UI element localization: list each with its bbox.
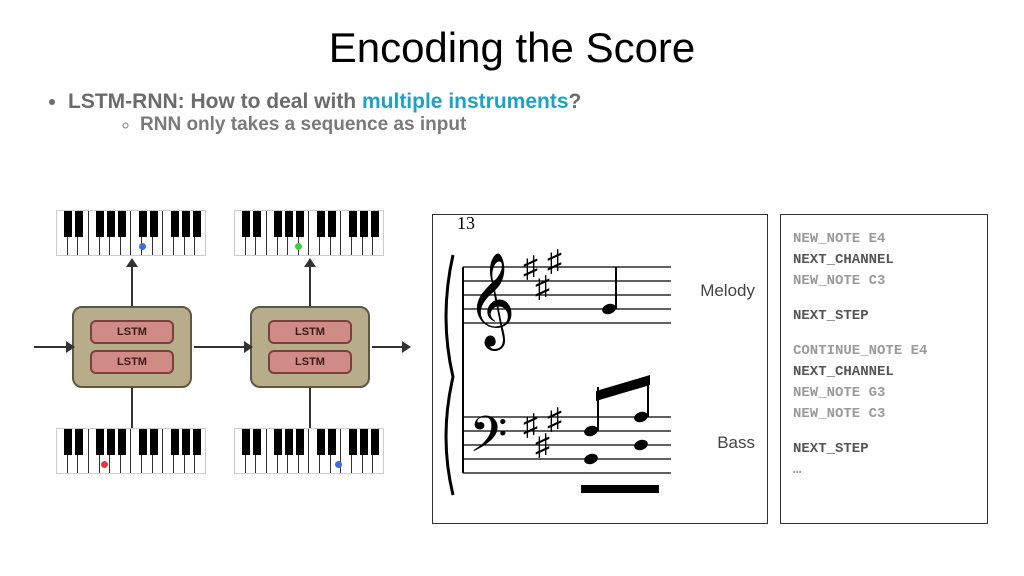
code-line: NEXT_CHANNEL	[793, 362, 975, 383]
sub-bullet-sequence: RNN only takes a sequence as input	[140, 114, 984, 136]
code-line: NEXT_STEP	[793, 439, 975, 460]
code-line: …	[793, 460, 975, 481]
code-line: NEW_NOTE C3	[793, 271, 975, 292]
score-panel: 13 𝄞 𝄢	[432, 214, 768, 524]
lstm-block-right: LSTM LSTM	[250, 306, 370, 388]
lstm-diagram: LSTM LSTM LSTM LSTM	[34, 210, 404, 540]
code-line: NEW_NOTE E4	[793, 229, 975, 250]
note-dot-green	[295, 243, 302, 250]
lstm-cell: LSTM	[268, 350, 352, 374]
note-dot-red	[101, 461, 108, 468]
code-line: NEXT_CHANNEL	[793, 250, 975, 271]
melody-label: Melody	[700, 281, 755, 301]
svg-text:♯: ♯	[547, 245, 562, 278]
bass-label: Bass	[717, 433, 755, 453]
svg-text:𝄢: 𝄢	[469, 408, 508, 474]
lstm-cell: LSTM	[90, 350, 174, 374]
bullet-highlight: multiple instruments	[362, 90, 569, 113]
code-line: NEW_NOTE C3	[793, 404, 975, 425]
code-line: NEXT_STEP	[793, 306, 975, 327]
code-line: NEW_NOTE G3	[793, 383, 975, 404]
lstm-cell: LSTM	[268, 320, 352, 344]
svg-text:𝄞: 𝄞	[467, 253, 515, 351]
bullet-text: ?	[569, 90, 582, 113]
note-dot-blue	[335, 461, 342, 468]
bullet-text: LSTM-RNN: How to deal with	[68, 90, 362, 113]
keyboard-bottom-right	[234, 428, 384, 474]
encoding-code-panel: NEW_NOTE E4 NEXT_CHANNEL NEW_NOTE C3 NEX…	[780, 214, 988, 524]
bullet-list: LSTM-RNN: How to deal with multiple inst…	[0, 72, 1024, 152]
slide-title: Encoding the Score	[0, 0, 1024, 72]
keyboard-top-left	[56, 210, 206, 256]
note-dot-blue	[139, 243, 146, 250]
svg-text:♯: ♯	[547, 403, 562, 436]
bullet-lstm-rnn: LSTM-RNN: How to deal with multiple inst…	[68, 90, 984, 152]
music-staff-svg: 𝄞 𝄢 ♯ ♯ ♯ ♯ ♯ ♯	[441, 227, 701, 527]
lstm-block-left: LSTM LSTM	[72, 306, 192, 388]
code-line: CONTINUE_NOTE E4	[793, 341, 975, 362]
keyboard-top-right	[234, 210, 384, 256]
keyboard-bottom-left	[56, 428, 206, 474]
lstm-cell: LSTM	[90, 320, 174, 344]
